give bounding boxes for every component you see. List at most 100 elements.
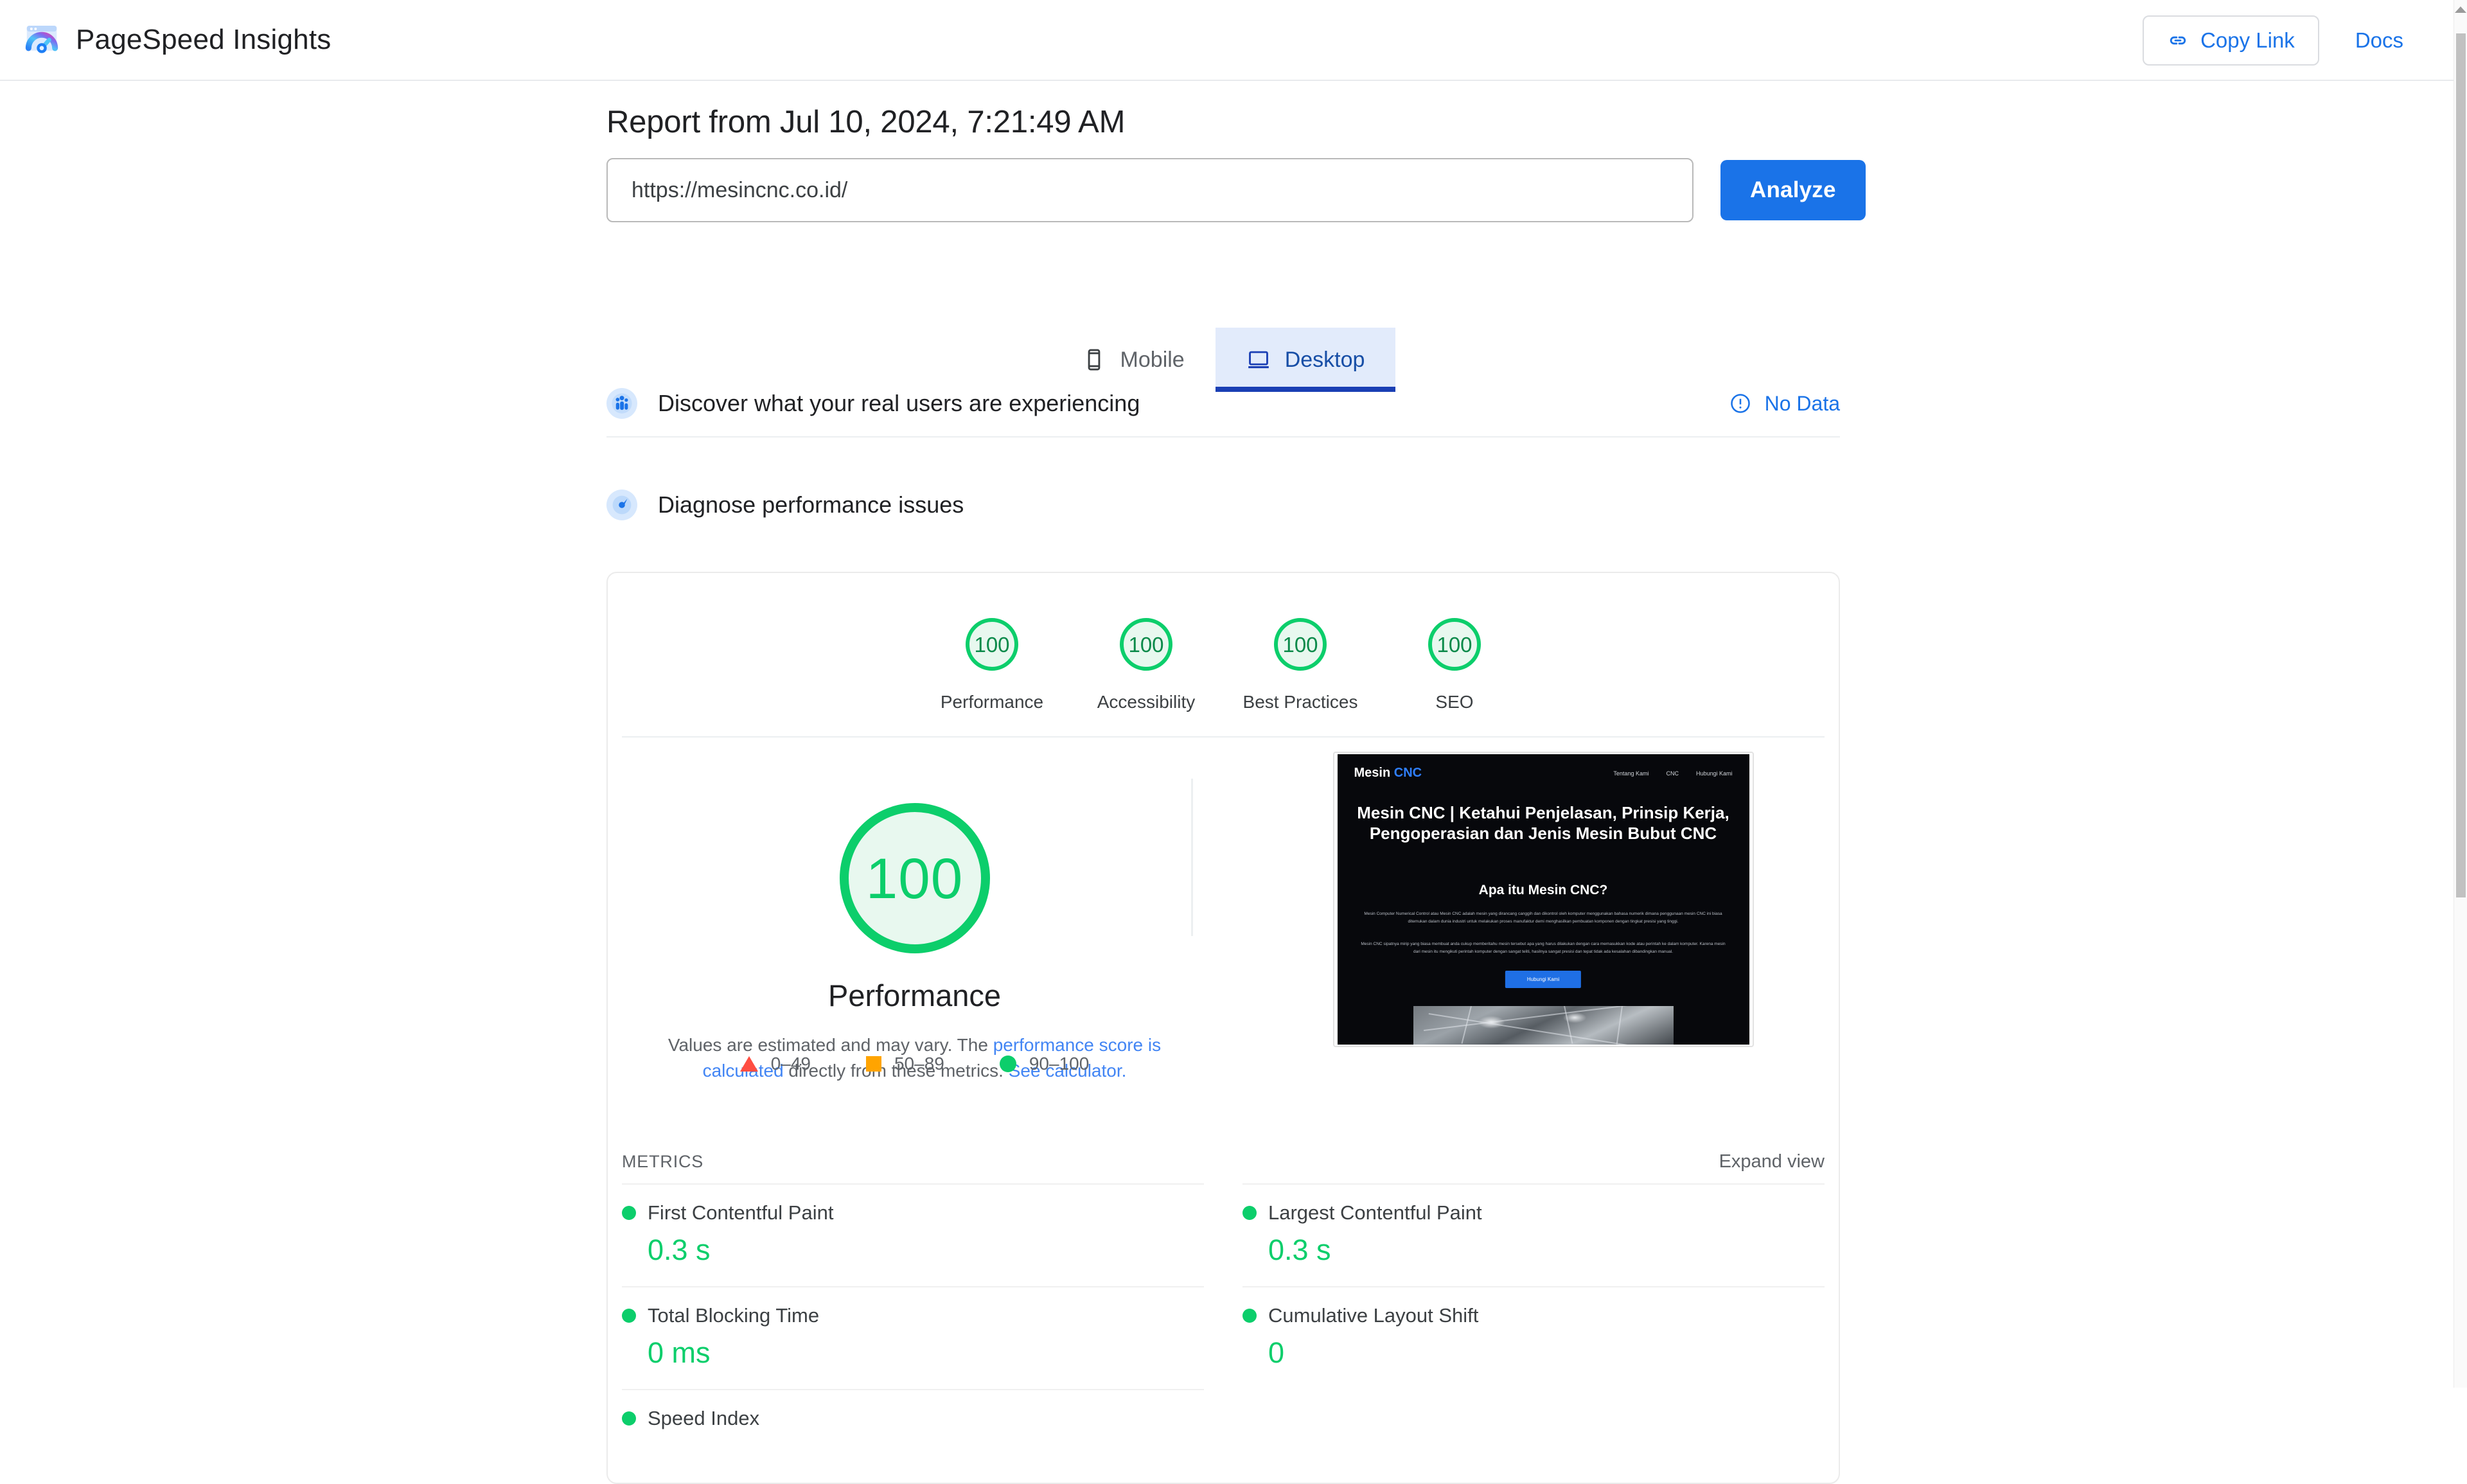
legend-range: 0–49 [770, 1054, 811, 1073]
metric-row[interactable]: Total Blocking Time 0 ms [622, 1286, 1204, 1389]
expand-view-button[interactable]: Expand view [1719, 1151, 1825, 1172]
metrics-header: METRICS Expand view [622, 1151, 1825, 1172]
page-scrollbar[interactable] [2454, 0, 2467, 1388]
circle-icon [999, 1056, 1016, 1072]
field-data-heading: Discover what your real users are experi… [658, 390, 1140, 416]
site-paragraph-2: Mesin CNC sipatnya mirip yang biasa memb… [1361, 942, 1726, 955]
tab-desktop-label: Desktop [1284, 347, 1365, 372]
metric-row[interactable]: Speed Index [622, 1389, 1204, 1449]
header-actions: Copy Link Docs [2143, 0, 2421, 81]
gauge-label: SEO [1435, 692, 1474, 712]
metrics-column-right: Largest Contentful Paint 0.3 s Cumulativ… [1242, 1183, 1825, 1483]
site-subheadline: Apa itu Mesin CNC? [1478, 883, 1608, 897]
site-logo-first: Mesin [1354, 766, 1391, 780]
site-nav: Mesin CNC Tentang Kami CNC Hubungi Kami [1338, 766, 1749, 781]
lighthouse-report-card: 100 Performance 100 Accessibility 100 Be… [606, 572, 1840, 1484]
analyze-form: Analyze [606, 158, 1866, 222]
legend-item-average: 50–89 [865, 1054, 944, 1074]
status-badge: No Data [1764, 391, 1840, 415]
gauge-ring: 100 [1120, 618, 1172, 671]
real-users-icon [606, 388, 637, 419]
metric-value: 0 [1268, 1336, 1285, 1369]
link-icon [2170, 36, 2186, 45]
pagespeed-logo-icon [25, 26, 58, 53]
category-gauge-accessibility[interactable]: 100 Accessibility [1069, 618, 1223, 712]
section-divider [606, 436, 1840, 437]
form-factor-tabs: Mobile Desktop [606, 328, 1840, 392]
metric-value: 0 ms [648, 1336, 711, 1369]
metric-row[interactable]: First Contentful Paint 0.3 s [622, 1183, 1204, 1286]
metric-row[interactable]: Cumulative Layout Shift 0 [1242, 1286, 1825, 1389]
metric-header: Cumulative Layout Shift [1242, 1304, 1825, 1327]
page-title: Report from Jul 10, 2024, 7:21:49 AM [606, 105, 1126, 139]
metric-header: First Contentful Paint [622, 1201, 1204, 1224]
performance-gauge-ring: 100 [839, 803, 990, 953]
metric-row[interactable]: Largest Contentful Paint 0.3 s [1242, 1183, 1825, 1286]
desc-text-1: Values are estimated and may vary. The [668, 1035, 993, 1055]
category-gauge-seo[interactable]: 100 SEO [1377, 618, 1532, 712]
url-input[interactable] [606, 158, 1693, 222]
lab-data-header: Diagnose performance issues [606, 490, 1840, 520]
brand[interactable]: PageSpeed Insights [22, 20, 331, 60]
site-paragraph-1: Mesin Computer Numerical Control atau Me… [1364, 912, 1722, 924]
gauge-score: 100 [1437, 632, 1472, 657]
metrics-column-left: First Contentful Paint 0.3 s Total Block… [622, 1183, 1204, 1483]
analyze-button[interactable]: Analyze [1720, 160, 1866, 220]
metric-status-icon [622, 1411, 636, 1426]
site-screenshot: Mesin CNC Tentang Kami CNC Hubungi Kami … [1331, 745, 1755, 1054]
field-data-status[interactable]: No Data [1729, 392, 1840, 416]
metric-header: Total Blocking Time [622, 1304, 1204, 1327]
metric-value: 0.3 s [1268, 1233, 1331, 1266]
score-legend: 0–49 50–89 90–100 [608, 1054, 1221, 1074]
metric-header: Speed Index [622, 1407, 1204, 1430]
screenshot-image: Mesin CNC Tentang Kami CNC Hubungi Kami … [1337, 754, 1749, 1045]
legend-range: 50–89 [894, 1054, 944, 1073]
app-header: PageSpeed Insights Copy Link Docs [0, 0, 2454, 81]
gauge-score: 100 [1282, 632, 1318, 657]
gauge-ring: 100 [1428, 618, 1481, 671]
site-nav-links: Tentang Kami CNC Hubungi Kami [1613, 770, 1732, 777]
gauge-ring: 100 [1274, 618, 1327, 671]
metrics-label: METRICS [622, 1152, 704, 1171]
metric-name: First Contentful Paint [648, 1201, 834, 1224]
docs-link[interactable]: Docs [2337, 28, 2421, 53]
copy-link-button[interactable]: Copy Link [2143, 15, 2319, 66]
metric-status-icon [622, 1206, 636, 1220]
site-headline: Mesin CNC | Ketahui Penjelasan, Prinsip … [1357, 803, 1729, 843]
site-logo-second: CNC [1393, 766, 1422, 780]
metric-name: Total Blocking Time [648, 1304, 820, 1327]
app-title: PageSpeed Insights [76, 24, 332, 55]
scrollbar-thumb[interactable] [2456, 33, 2466, 897]
screenshot-frame: Mesin CNC Tentang Kami CNC Hubungi Kami … [1332, 752, 1754, 1047]
desktop-icon [1248, 351, 1269, 369]
field-data-header: Discover what your real users are experi… [606, 388, 1840, 419]
scroll-up-arrow-icon[interactable] [2455, 6, 2466, 13]
metric-name: Speed Index [648, 1407, 760, 1429]
legend-item-good: 90–100 [999, 1054, 1090, 1074]
copy-link-label: Copy Link [2200, 28, 2295, 52]
diagnose-icon [606, 490, 637, 520]
gauge-label: Performance [940, 692, 1044, 712]
legend-item-poor: 0–49 [739, 1054, 811, 1074]
performance-gauge-block: 100 Performance Values are estimated and… [608, 738, 1221, 1141]
performance-title: Performance [827, 978, 1002, 1012]
site-nav-link: CNC [1666, 770, 1679, 777]
metric-status-icon [1242, 1309, 1257, 1323]
vertical-divider [1191, 779, 1193, 936]
site-hero-photo [1413, 1006, 1674, 1045]
gauge-ring: 100 [966, 618, 1018, 671]
site-nav-link: Tentang Kami [1613, 770, 1649, 777]
tab-mobile[interactable]: Mobile [1051, 328, 1216, 392]
triangle-icon [739, 1056, 758, 1072]
category-score-gauges: 100 Performance 100 Accessibility 100 Be… [608, 573, 1839, 736]
category-gauge-performance[interactable]: 100 Performance [915, 618, 1069, 712]
square-icon [865, 1056, 881, 1072]
metric-status-icon [1242, 1206, 1257, 1220]
tab-desktop[interactable]: Desktop [1215, 328, 1396, 392]
metric-name: Largest Contentful Paint [1268, 1201, 1482, 1224]
gauge-label: Best Practices [1242, 692, 1358, 712]
legend-range: 90–100 [1029, 1054, 1090, 1073]
tab-mobile-label: Mobile [1120, 347, 1185, 372]
performance-score: 100 [865, 845, 964, 910]
category-gauge-best-practices[interactable]: 100 Best Practices [1223, 618, 1377, 712]
